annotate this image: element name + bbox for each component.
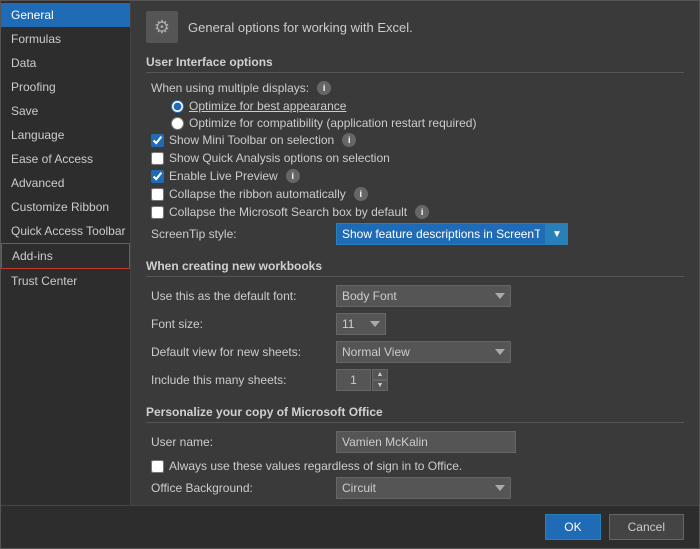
mini-toolbar-label[interactable]: Show Mini Toolbar on selection i (151, 133, 356, 147)
always-use-row: Always use these values regardless of si… (146, 459, 684, 473)
default-view-label: Default view for new sheets: (151, 345, 336, 359)
collapse-search-label[interactable]: Collapse the Microsoft Search box by def… (151, 205, 429, 219)
sidebar-item-save[interactable]: Save (1, 99, 130, 123)
sidebar-item-general[interactable]: General (1, 3, 130, 27)
default-view-select[interactable]: Normal View Page Layout View Page Break … (336, 341, 511, 363)
sidebar-item-customize-ribbon[interactable]: Customize Ribbon (1, 195, 130, 219)
quick-analysis-checkbox[interactable] (151, 152, 164, 165)
header-description: General options for working with Excel. (188, 20, 413, 35)
cancel-button[interactable]: Cancel (609, 514, 684, 540)
username-row: User name: (146, 431, 684, 453)
collapse-search-checkbox[interactable] (151, 206, 164, 219)
mini-toolbar-checkbox[interactable] (151, 134, 164, 147)
collapse-ribbon-info-icon: i (354, 187, 368, 201)
optimize-compatibility-label[interactable]: Optimize for compatibility (application … (171, 116, 684, 130)
default-font-select[interactable]: Body Font Calibri Arial (336, 285, 511, 307)
sidebar-item-add-ins[interactable]: Add-ins (1, 243, 130, 269)
include-sheets-down-btn[interactable]: ▼ (372, 380, 388, 391)
sidebar-item-language[interactable]: Language (1, 123, 130, 147)
sidebar: General Formulas Data Proofing Save Lang… (1, 1, 131, 505)
header-row: ⚙ General options for working with Excel… (146, 11, 684, 43)
include-sheets-up-btn[interactable]: ▲ (372, 369, 388, 380)
quick-analysis-label[interactable]: Show Quick Analysis options on selection (151, 151, 390, 165)
live-preview-checkbox[interactable] (151, 170, 164, 183)
screentip-row: ScreenTip style: Show feature descriptio… (146, 223, 684, 245)
new-workbooks-section: When creating new workbooks Use this as … (146, 259, 684, 391)
display-radio-group: Optimize for best appearance Optimize fo… (146, 99, 684, 130)
excel-options-dialog: General Formulas Data Proofing Save Lang… (0, 0, 700, 549)
new-workbooks-title: When creating new workbooks (146, 259, 684, 277)
include-sheets-row: Include this many sheets: ▲ ▼ (146, 369, 684, 391)
multiple-displays-label: When using multiple displays: i (151, 81, 331, 95)
office-background-row: Office Background: Circuit No Background… (146, 477, 684, 499)
ui-options-title: User Interface options (146, 55, 684, 73)
font-size-label: Font size: (151, 317, 336, 331)
optimize-compatibility-radio[interactable] (171, 117, 184, 130)
live-preview-info-icon: i (286, 169, 300, 183)
font-size-select[interactable]: 11 8 9 10 12 14 (336, 313, 386, 335)
include-sheets-spinner-btns: ▲ ▼ (372, 369, 388, 391)
default-font-label: Use this as the default font: (151, 289, 336, 303)
username-input[interactable] (336, 431, 516, 453)
sidebar-item-quick-access-toolbar[interactable]: Quick Access Toolbar (1, 219, 130, 243)
general-icon: ⚙ (146, 11, 178, 43)
username-label: User name: (151, 435, 336, 449)
font-size-row: Font size: 11 8 9 10 12 14 (146, 313, 684, 335)
mini-toolbar-info-icon: i (342, 133, 356, 147)
sidebar-item-advanced[interactable]: Advanced (1, 171, 130, 195)
optimize-appearance-radio[interactable] (171, 100, 184, 113)
optimize-appearance-label[interactable]: Optimize for best appearance (171, 99, 684, 113)
sidebar-item-proofing[interactable]: Proofing (1, 75, 130, 99)
main-content: ⚙ General options for working with Excel… (131, 1, 699, 505)
screentip-select[interactable]: Show feature descriptions in ScreenTips … (336, 223, 546, 245)
include-sheets-spinner: ▲ ▼ (336, 369, 388, 391)
include-sheets-label: Include this many sheets: (151, 373, 336, 387)
live-preview-label[interactable]: Enable Live Preview i (151, 169, 300, 183)
ui-options-section: User Interface options When using multip… (146, 55, 684, 245)
collapse-ribbon-label[interactable]: Collapse the ribbon automatically i (151, 187, 368, 201)
collapse-search-info-icon: i (415, 205, 429, 219)
quick-analysis-row: Show Quick Analysis options on selection (146, 151, 684, 165)
sidebar-item-data[interactable]: Data (1, 51, 130, 75)
screentip-select-wrap: Show feature descriptions in ScreenTips … (336, 223, 568, 245)
default-font-row: Use this as the default font: Body Font … (146, 285, 684, 307)
sidebar-item-ease-of-access[interactable]: Ease of Access (1, 147, 130, 171)
sidebar-item-formulas[interactable]: Formulas (1, 27, 130, 51)
dialog-footer: OK Cancel (1, 505, 699, 548)
multiple-displays-row: When using multiple displays: i (146, 81, 684, 95)
default-view-row: Default view for new sheets: Normal View… (146, 341, 684, 363)
multiple-displays-info-icon: i (317, 81, 331, 95)
ok-button[interactable]: OK (545, 514, 600, 540)
personalize-title: Personalize your copy of Microsoft Offic… (146, 405, 684, 423)
live-preview-row: Enable Live Preview i (146, 169, 684, 183)
office-background-label: Office Background: (151, 481, 336, 495)
collapse-search-row: Collapse the Microsoft Search box by def… (146, 205, 684, 219)
sidebar-item-trust-center[interactable]: Trust Center (1, 269, 130, 293)
collapse-ribbon-checkbox[interactable] (151, 188, 164, 201)
always-use-checkbox[interactable] (151, 460, 164, 473)
mini-toolbar-row: Show Mini Toolbar on selection i (146, 133, 684, 147)
always-use-label[interactable]: Always use these values regardless of si… (151, 459, 462, 473)
personalize-section: Personalize your copy of Microsoft Offic… (146, 405, 684, 505)
office-background-select[interactable]: Circuit No Background Clouds (336, 477, 511, 499)
dialog-body: General Formulas Data Proofing Save Lang… (1, 1, 699, 505)
include-sheets-input[interactable] (336, 369, 371, 391)
screentip-dropdown-btn[interactable]: ▼ (546, 223, 568, 245)
collapse-ribbon-row: Collapse the ribbon automatically i (146, 187, 684, 201)
screentip-label: ScreenTip style: (151, 227, 336, 241)
